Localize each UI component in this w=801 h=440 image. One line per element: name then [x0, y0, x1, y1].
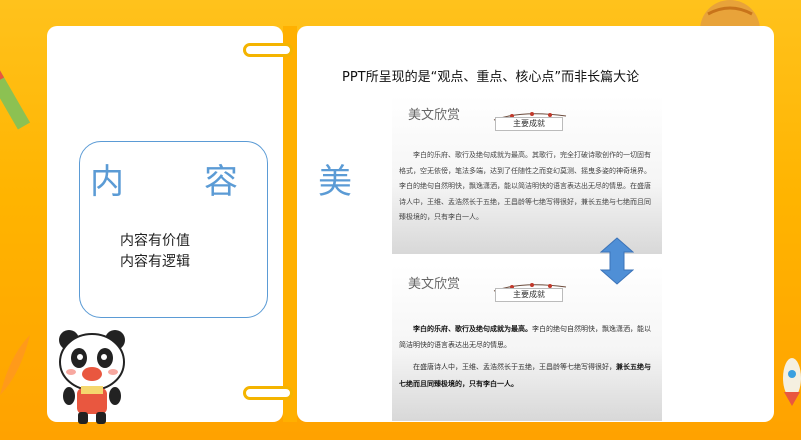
- slide-paragraph: 李白的乐府、歌行及绝句成就为最高。其歌行，完全打破诗歌创作的一切固有格式，空无依…: [399, 148, 655, 226]
- slide-badge: 主要成就: [495, 117, 563, 131]
- slide-bold-1: 李白的乐府、歌行及绝句成就为最高。: [413, 324, 532, 333]
- slide-text-2: 在盛唐诗人中，王维、孟浩然长于五绝，王昌龄等七绝写得很好，: [413, 363, 616, 371]
- binder-spine: [283, 26, 297, 422]
- page-heading: PPT所呈现的是“观点、重点、核心点”而非长篇大论: [342, 70, 640, 85]
- point-logic: 内容有逻辑: [120, 254, 190, 270]
- leaf-decoration-icon: [0, 335, 30, 395]
- slide-paragraph-2: 在盛唐诗人中，王维、孟浩然长于五绝，王昌龄等七绝写得很好，兼长五绝与七绝而且同臻…: [399, 359, 655, 392]
- slide-paragraph-1: 李白的乐府、歌行及绝句成就为最高。李白的绝句自然明快，飘逸潇洒，能以简洁明快的语…: [399, 321, 655, 353]
- slide-badge: 主要成就: [495, 288, 563, 302]
- binder-ring-bottom: [243, 386, 293, 400]
- double-vertical-arrow-icon: [600, 237, 634, 285]
- point-value: 内容有价值: [120, 233, 190, 249]
- slide-preview-refined: 美文欣赏 主要成就 李白的乐府、歌行及绝句成就为最高。李白的绝句自然明快，飘逸潇…: [392, 265, 662, 421]
- slide-paragraph: 李白的乐府、歌行及绝句成就为最高。李白的绝句自然明快，飘逸潇洒，能以简洁明快的语…: [399, 321, 655, 392]
- rocket-decoration-icon: [783, 358, 801, 406]
- slide-title: 美文欣赏: [408, 277, 461, 292]
- content-title: 内 容 美: [90, 162, 375, 202]
- slide-paragraph-text: 李白的乐府、歌行及绝句成就为最高。其歌行，完全打破诗歌创作的一切固有格式，空无依…: [399, 151, 651, 221]
- slide-title: 美文欣赏: [408, 108, 461, 123]
- pencil-decoration-icon: [0, 68, 31, 130]
- binder-ring-top: [243, 43, 293, 57]
- slide-preview-plain: 美文欣赏 主要成就 李白的乐府、歌行及绝句成就为最高。其歌行，完全打破诗歌创作的…: [392, 96, 662, 254]
